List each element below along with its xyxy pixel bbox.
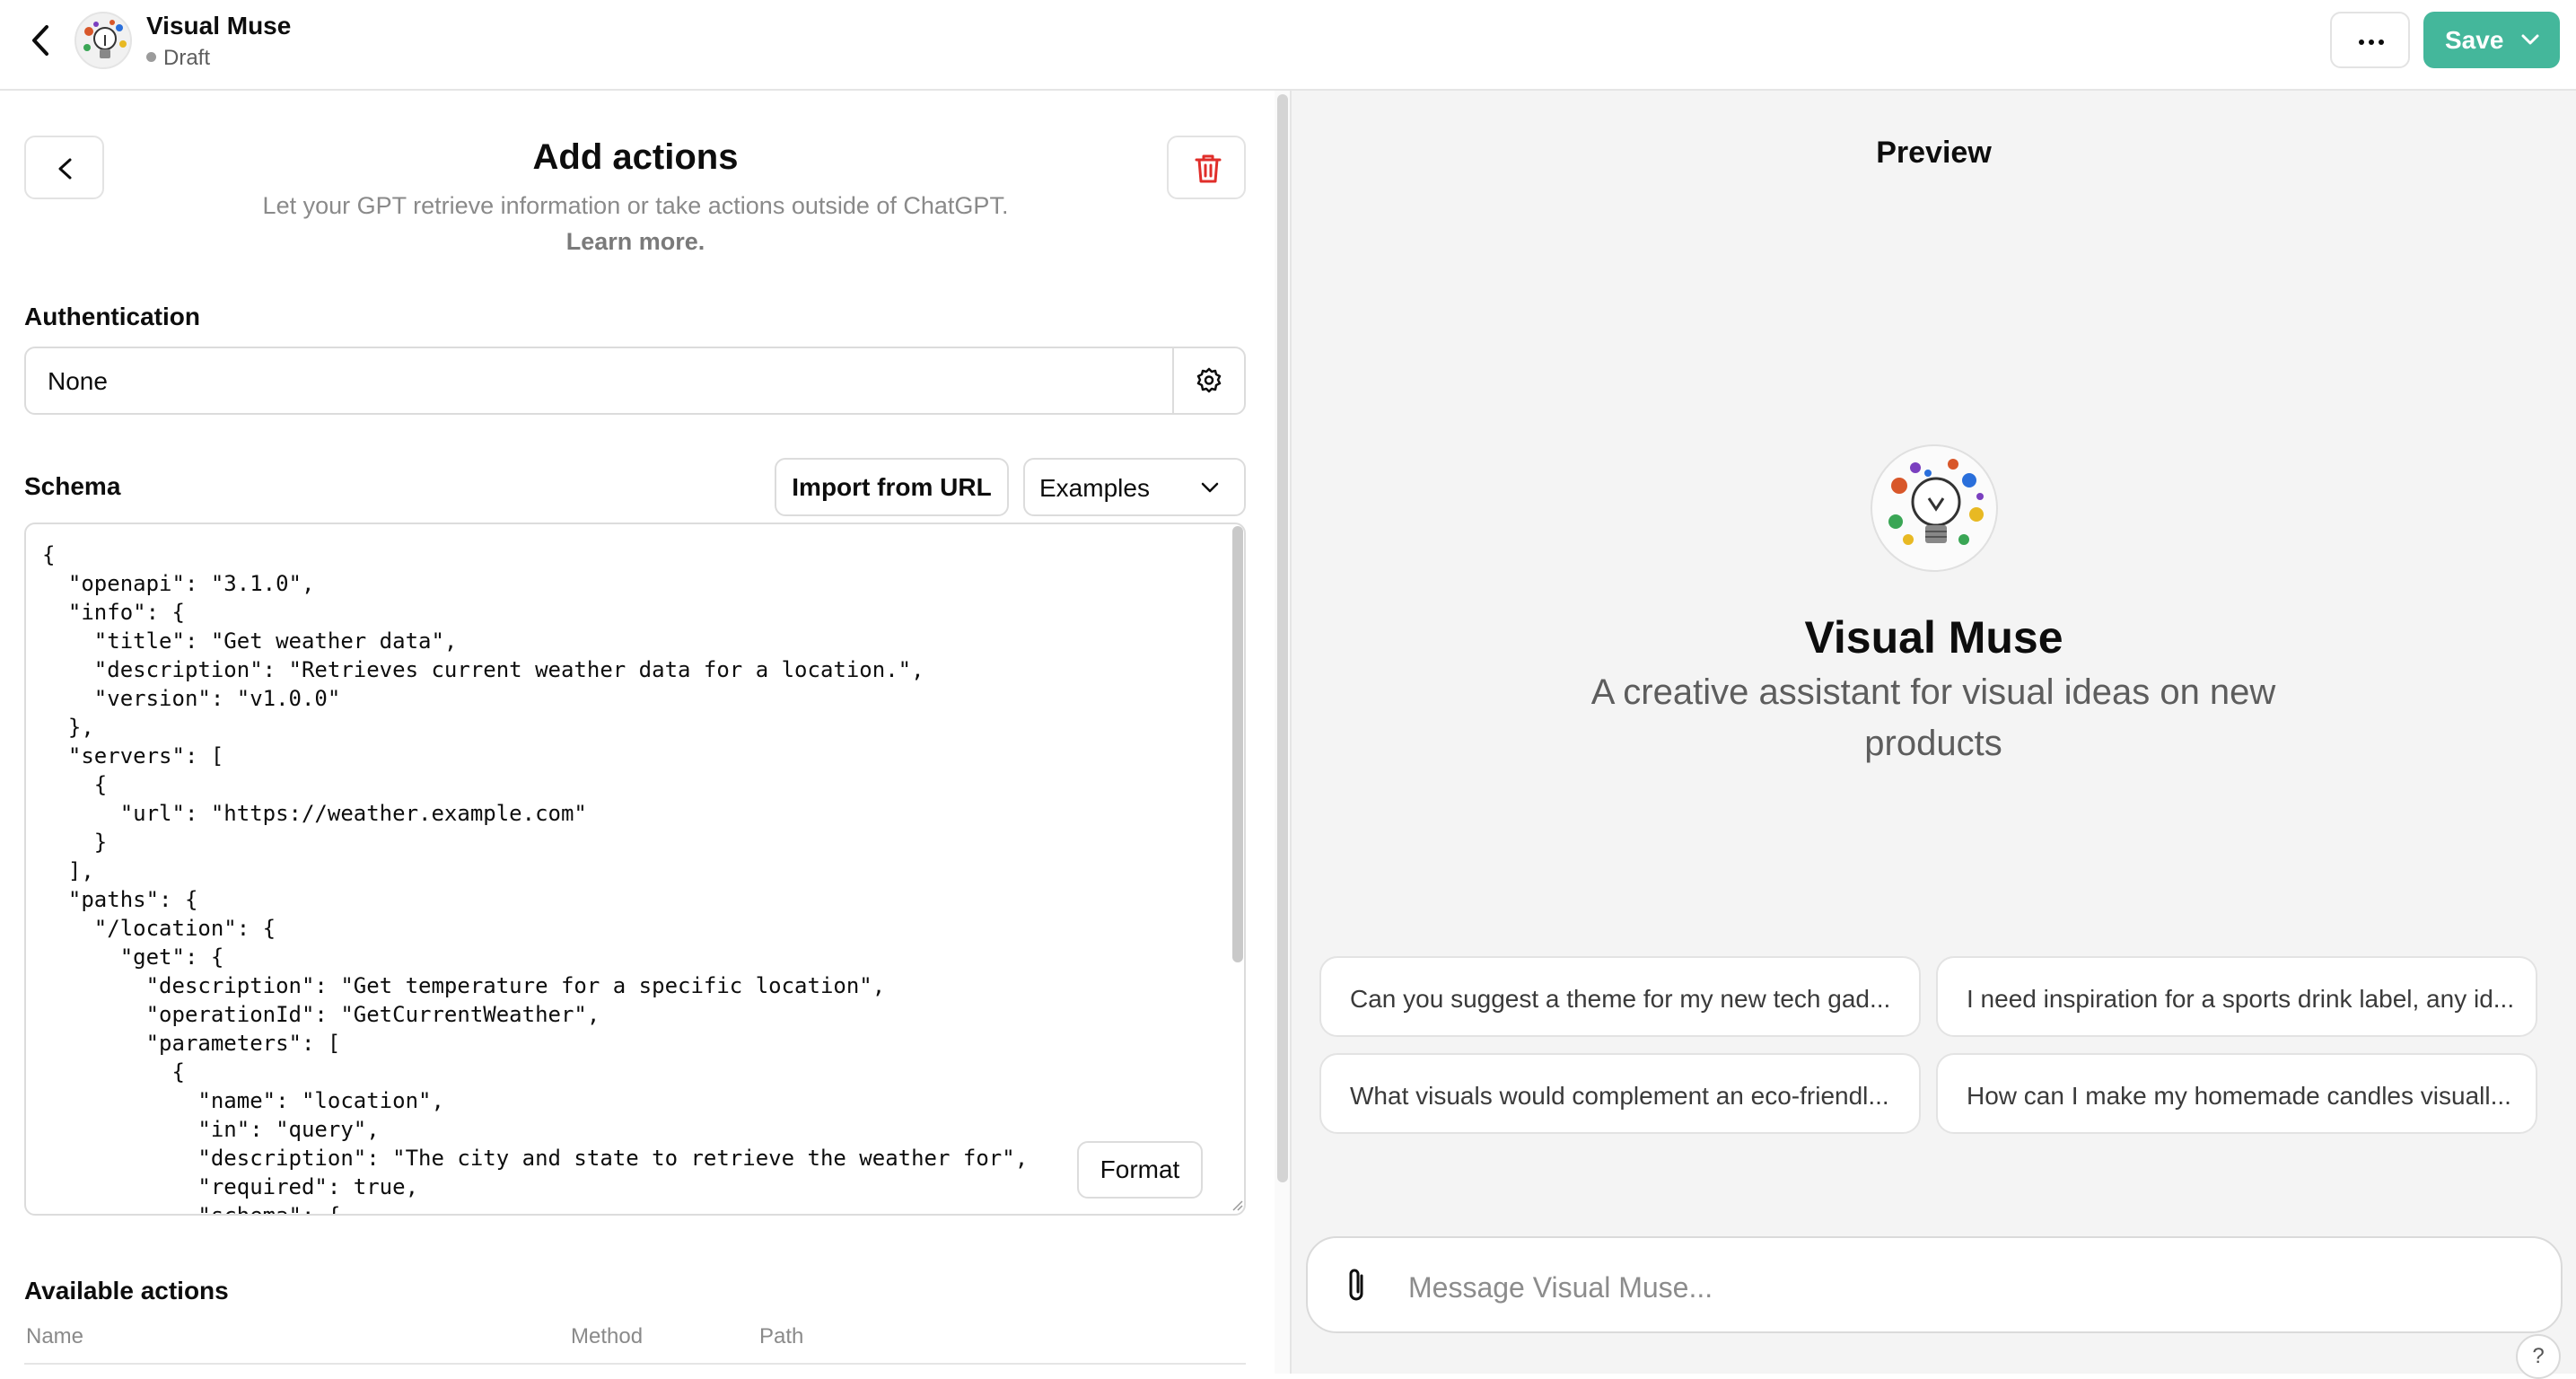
authentication-field[interactable]: None	[24, 347, 1246, 415]
message-composer[interactable]: Message Visual Muse...	[1306, 1236, 2563, 1333]
save-button[interactable]: Save	[2423, 12, 2560, 68]
suggestion-chip[interactable]: Can you suggest a theme for my new tech …	[1319, 956, 1921, 1037]
page-title: Add actions	[532, 137, 739, 177]
suggestion-chip[interactable]: How can I make my homemade candles visua…	[1936, 1053, 2537, 1134]
gear-icon[interactable]	[1194, 365, 1224, 396]
schema-code[interactable]: { "openapi": "3.1.0", "info": { "title":…	[42, 540, 1028, 1214]
examples-select[interactable]: Examples	[1023, 458, 1246, 516]
lightbulb-icon	[83, 20, 127, 58]
chevron-down-icon	[2521, 34, 2539, 45]
table-divider	[24, 1363, 1246, 1365]
schema-scrollbar-thumb[interactable]	[1232, 526, 1243, 962]
status-dot-icon	[146, 52, 156, 63]
left-panel-scrollbar[interactable]	[1275, 91, 1291, 1374]
authentication-label: Authentication	[24, 303, 200, 330]
preview-gpt-name: Visual Muse	[1804, 612, 2063, 663]
authentication-value: None	[48, 367, 108, 395]
suggestion-chip[interactable]: I need inspiration for a sports drink la…	[1936, 956, 2537, 1037]
more-dots-icon	[2369, 40, 2374, 45]
column-header-method: Method	[571, 1324, 644, 1348]
status-label: Draft	[163, 46, 211, 70]
schema-editor[interactable]: { "openapi": "3.1.0", "info": { "title":…	[24, 523, 1246, 1216]
preview-panel: Preview Visual Muse A creative assistant…	[1292, 91, 2576, 1379]
page-subtitle: Let your GPT retrieve information or tak…	[0, 188, 1271, 259]
gpt-avatar-large	[1871, 444, 1998, 572]
column-header-name: Name	[26, 1324, 84, 1348]
gpt-avatar	[74, 12, 132, 69]
authentication-divider	[1172, 348, 1174, 413]
more-dots-icon	[2359, 40, 2364, 45]
learn-more-link[interactable]: Learn more.	[0, 224, 1271, 259]
left-panel-scrollbar-thumb[interactable]	[1277, 94, 1288, 1182]
import-from-url-button[interactable]: Import from URL	[775, 458, 1009, 516]
subtitle-text: Let your GPT retrieve information or tak…	[262, 192, 1009, 219]
more-options-button[interactable]	[2330, 12, 2410, 68]
paperclip-icon[interactable]	[1340, 1265, 1372, 1306]
schema-scrollbar[interactable]	[1230, 524, 1244, 1214]
resize-handle-icon[interactable]	[1230, 1198, 1244, 1212]
chevron-down-icon	[1201, 482, 1219, 493]
back-arrow-icon[interactable]	[23, 20, 59, 61]
lightbulb-icon	[1888, 459, 1984, 545]
help-button[interactable]: ?	[2516, 1334, 2561, 1379]
format-button[interactable]: Format	[1077, 1141, 1203, 1199]
top-bar: Visual Muse Draft Save	[0, 0, 2576, 91]
examples-label: Examples	[1039, 474, 1150, 502]
gpt-status: Draft	[146, 46, 210, 71]
column-header-path: Path	[759, 1324, 804, 1348]
schema-label: Schema	[24, 472, 121, 500]
actions-panel: Add actions Let your GPT retrieve inform…	[0, 91, 1275, 1374]
suggestion-chip[interactable]: What visuals would complement an eco-fri…	[1319, 1053, 1921, 1134]
save-label: Save	[2445, 26, 2504, 54]
preview-title: Preview	[1876, 136, 1992, 170]
preview-gpt-description: A creative assistant for visual ideas on…	[1590, 672, 2276, 763]
more-dots-icon	[2379, 40, 2384, 45]
message-input[interactable]: Message Visual Muse...	[1408, 1271, 1713, 1304]
available-actions-label: Available actions	[24, 1277, 229, 1304]
gpt-name: Visual Muse	[146, 12, 292, 40]
